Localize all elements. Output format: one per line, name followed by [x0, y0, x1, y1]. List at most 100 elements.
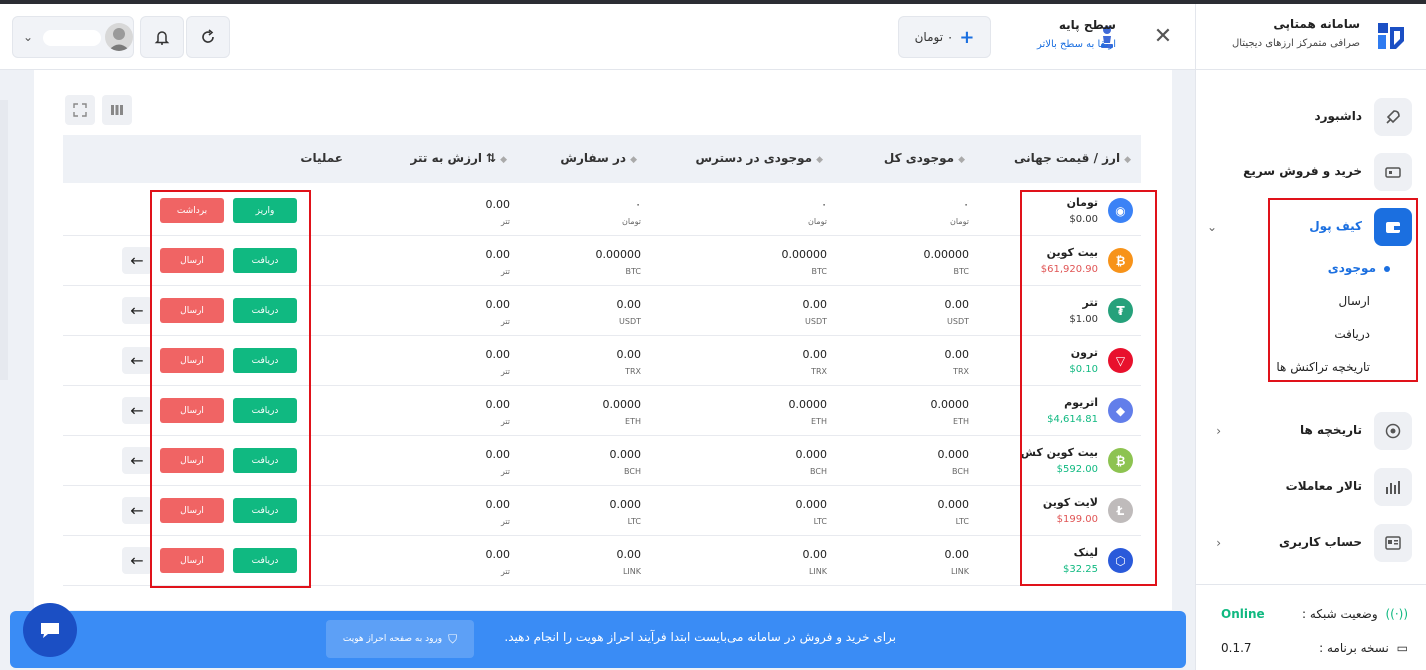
- sidebar-footer: ((·)) وضعیت شبکه : Online ▭ نسخه برنامه …: [1195, 584, 1426, 670]
- network-status-value: Online: [1221, 607, 1265, 621]
- usdt-value: 0.00: [485, 448, 511, 461]
- usdt-unit: تتر: [500, 217, 510, 226]
- total-unit: LINK: [950, 567, 969, 576]
- th-currency[interactable]: ◆ارز / قیمت جهانی: [1014, 151, 1131, 165]
- sidebar-item-dashboard[interactable]: داشبورد: [1207, 98, 1412, 136]
- signal-icon: ((·)): [1385, 607, 1408, 621]
- available-unit: ETH: [811, 417, 827, 426]
- chevron-left-icon[interactable]: ‹: [1207, 424, 1221, 438]
- app-version: ▭ نسخه برنامه :: [1319, 641, 1408, 655]
- fullscreen-button[interactable]: [65, 95, 95, 125]
- sidebar-item-account[interactable]: حساب کاربری ‹: [1207, 524, 1412, 562]
- brand-subtitle: صرافی متمرکز ارزهای دیجیتال: [1231, 38, 1360, 49]
- available-unit: USDT: [805, 317, 827, 326]
- plus-icon: +: [959, 26, 975, 48]
- available-balance: 0.0000: [788, 398, 828, 411]
- th-actions: عملیات: [300, 151, 343, 165]
- refresh-button[interactable]: [186, 16, 230, 58]
- sidebar-label-trading-hall: تالار معاملات: [1285, 479, 1362, 493]
- in-order-balance: 0.000: [609, 498, 642, 511]
- brand: سامانه همتاپی صرافی متمرکز ارزهای دیجیتا…: [1195, 4, 1426, 70]
- available-balance: 0.000: [795, 448, 828, 461]
- upgrade-level-link[interactable]: ارتقا به سطح بالاتر: [1037, 39, 1116, 50]
- brand-logo-icon: [1378, 23, 1404, 49]
- th-usdt-value[interactable]: ◆⇅ارزش به تتر: [411, 151, 507, 165]
- in-order-balance: 0.000: [609, 448, 642, 461]
- available-unit: تومان: [808, 217, 827, 226]
- bell-icon: [154, 31, 170, 45]
- cash-icon: [1374, 153, 1412, 191]
- in-order-balance: 0.00: [616, 298, 642, 311]
- arrow-left-icon[interactable]: ←: [122, 297, 152, 324]
- sidebar-sub-send[interactable]: ارسال: [1338, 294, 1370, 308]
- chevron-left-icon[interactable]: ‹: [1207, 536, 1221, 550]
- in-order-unit: USDT: [619, 317, 641, 326]
- usdt-value: 0.00: [485, 498, 511, 511]
- header: ✕ سطح پایه ارتقا به سطح بالاتر + ۰ تومان…: [0, 4, 1195, 70]
- available-unit: BTC: [811, 267, 828, 276]
- columns-button[interactable]: [102, 95, 132, 125]
- kyc-banner: برای خرید و فروش در سامانه می‌بایست ابتد…: [10, 611, 1186, 668]
- in-order-unit: تومان: [622, 217, 641, 226]
- add-balance-button[interactable]: + ۰ تومان: [898, 16, 991, 58]
- expand-icon: [73, 103, 87, 117]
- th-in-order[interactable]: ◆در سفارش: [560, 151, 637, 165]
- in-order-unit: LTC: [627, 517, 641, 526]
- notifications-button[interactable]: [140, 16, 184, 58]
- columns-icon: [111, 105, 123, 115]
- sidebar-sub-balance[interactable]: موجودی: [1328, 261, 1390, 275]
- total-unit: ETH: [953, 417, 969, 426]
- usdt-value: 0.00: [485, 398, 511, 411]
- active-dot: [1384, 266, 1390, 272]
- in-order-unit: LINK: [622, 567, 641, 576]
- total-unit: TRX: [953, 367, 969, 376]
- total-balance: 0.0000: [930, 398, 970, 411]
- user-menu[interactable]: ⌄: [12, 16, 134, 58]
- level-title: سطح پایه: [1058, 18, 1116, 32]
- arrow-left-icon[interactable]: ←: [122, 347, 152, 374]
- chat-button[interactable]: [23, 603, 77, 657]
- arrow-left-icon[interactable]: ←: [122, 397, 152, 424]
- total-balance: 0.000: [937, 448, 970, 461]
- profile-card-icon: [1374, 524, 1412, 562]
- available-balance: 0.00: [802, 348, 828, 361]
- available-unit: TRX: [811, 367, 827, 376]
- total-balance: ۰: [963, 198, 969, 211]
- chevron-down-icon[interactable]: ⌄: [1203, 220, 1217, 234]
- kyc-page-button[interactable]: ⛉ ورود به صفحه احراز هویت: [326, 620, 474, 658]
- th-total[interactable]: ◆موجودی کل: [884, 151, 965, 165]
- avatar: [105, 23, 133, 51]
- brand-name: سامانه همتاپی: [1273, 17, 1360, 31]
- chat-icon: [41, 623, 59, 638]
- usdt-unit: تتر: [500, 467, 510, 476]
- arrow-left-icon[interactable]: ←: [122, 447, 152, 474]
- th-available[interactable]: ◆موجودی در دسترس: [695, 151, 823, 165]
- usdt-unit: تتر: [500, 367, 510, 376]
- trading-chart-icon: [1374, 468, 1412, 506]
- sidebar-item-history[interactable]: تاریخچه ها ‹: [1207, 412, 1412, 450]
- sidebar-item-trading-hall[interactable]: تالار معاملات: [1207, 468, 1412, 506]
- username-redacted: [43, 30, 101, 46]
- arrow-left-icon[interactable]: ←: [122, 247, 152, 274]
- usdt-value: 0.00: [485, 298, 511, 311]
- sidebar-item-quick-trade[interactable]: خرید و فروش سریع: [1207, 153, 1412, 191]
- usdt-value: 0.00: [485, 548, 511, 561]
- rocket-icon: [1374, 98, 1412, 136]
- total-unit: BTC: [953, 267, 970, 276]
- close-icon[interactable]: ✕: [1152, 26, 1174, 48]
- usdt-value: 0.00: [485, 198, 511, 211]
- usdt-value: 0.00: [485, 348, 511, 361]
- refresh-icon: [202, 29, 214, 43]
- sidebar-sub-receive[interactable]: دریافت: [1334, 327, 1370, 341]
- arrow-left-icon[interactable]: ←: [122, 547, 152, 574]
- in-order-balance: 0.00: [616, 548, 642, 561]
- sidebar-sub-transaction-history[interactable]: تاریخچه تراکنش ها: [1276, 360, 1370, 374]
- available-unit: BCH: [810, 467, 827, 476]
- sidebar: سامانه همتاپی صرافی متمرکز ارزهای دیجیتا…: [1195, 4, 1426, 670]
- currency-highlight-box: [1020, 190, 1157, 586]
- available-unit: LTC: [813, 517, 827, 526]
- arrow-left-icon[interactable]: ←: [122, 497, 152, 524]
- usdt-unit: تتر: [500, 417, 510, 426]
- history-icon: [1374, 412, 1412, 450]
- usdt-value: 0.00: [485, 248, 511, 261]
